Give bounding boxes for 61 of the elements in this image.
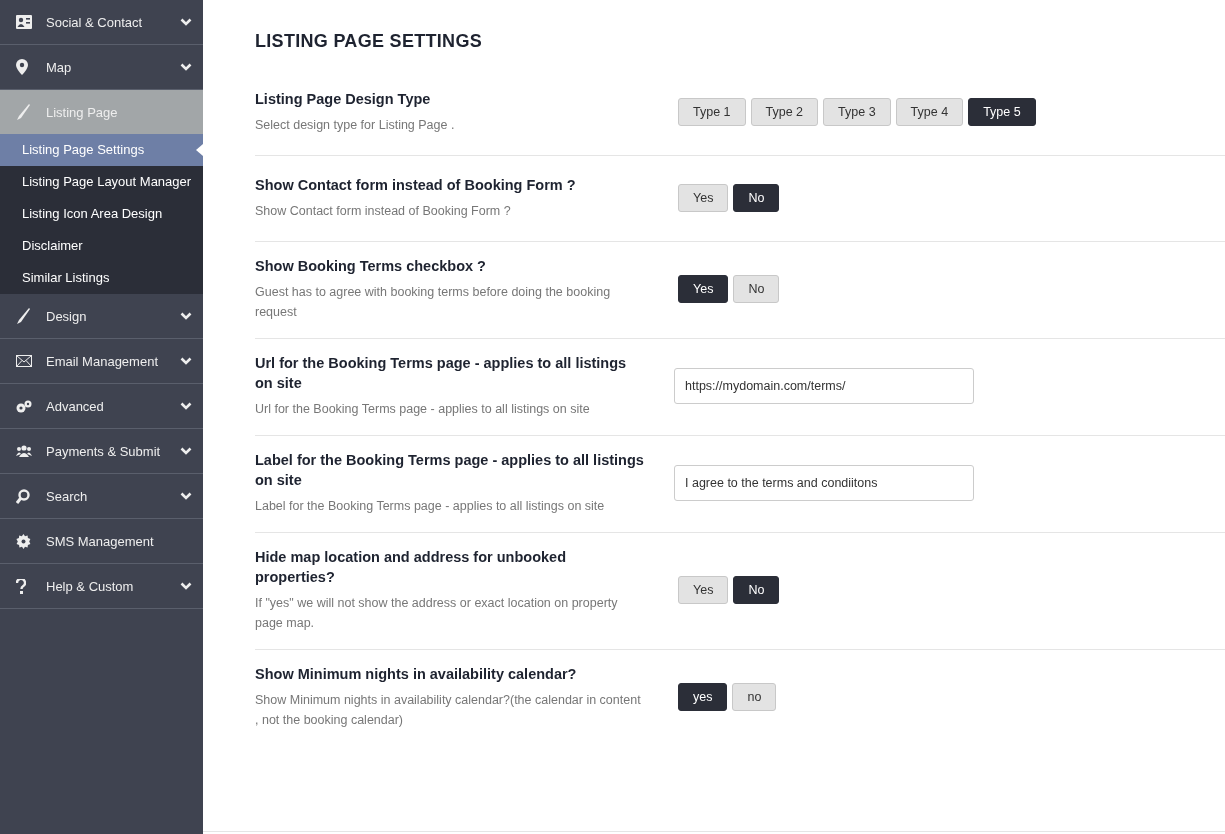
setting-label: Show Contact form instead of Booking Form ? <box>255 175 577 195</box>
question-icon <box>16 578 26 594</box>
menu-item[interactable]: Email Management <box>0 339 203 384</box>
contact-card-icon <box>16 15 32 29</box>
chevron-down-icon <box>180 447 192 455</box>
brush-icon <box>16 308 30 324</box>
brush-icon <box>16 104 30 120</box>
option-button[interactable]: Yes <box>678 576 729 604</box>
people-icon <box>16 445 32 457</box>
submenu-item[interactable]: Listing Page Layout Manager <box>0 166 203 198</box>
chevron-down-icon <box>180 492 192 500</box>
menu-item[interactable]: Design <box>0 294 203 339</box>
setting-label: Show Minimum nights in availability calendar? <box>255 665 578 684</box>
option-button[interactable]: no <box>732 683 777 711</box>
option-button[interactable]: Yes <box>678 183 729 212</box>
submenu-item[interactable]: Similar Listings <box>0 262 203 294</box>
option-button[interactable]: No <box>733 576 780 604</box>
input-field[interactable]: https://mydomain.com/terms/ <box>674 368 974 404</box>
envelope-icon <box>16 355 32 367</box>
page-title: LISTING PAGE SETTINGS <box>255 31 483 52</box>
submenu-item[interactable]: Listing Icon Area Design <box>0 198 203 230</box>
settings-icon <box>16 533 31 549</box>
option-button[interactable]: Type 5 <box>968 97 1036 126</box>
chevron-down-icon <box>180 357 192 365</box>
menu-item[interactable]: SMS Management <box>0 519 203 564</box>
submenu-item[interactable]: Listing Page Settings <box>0 134 203 166</box>
setting-label: Listing Page Design Type <box>255 89 432 109</box>
menu-item[interactable]: Help & Custom <box>0 564 203 609</box>
chevron-down-icon <box>180 312 192 320</box>
chevron-down-icon <box>180 18 192 26</box>
input-field[interactable]: I agree to the terms and condiitons <box>674 465 974 501</box>
setting-label: Label for the Booking Terms page - applies to all listings on site <box>255 451 645 490</box>
menu-item[interactable]: Payments & Submit <box>0 429 203 474</box>
map-pin-icon <box>16 59 28 75</box>
setting-label: Url for the Booking Terms page - applies to all listings on site <box>255 354 628 393</box>
chevron-down-icon <box>180 582 192 590</box>
menu-item[interactable]: Advanced <box>0 384 203 429</box>
option-button[interactable]: Yes <box>678 275 729 303</box>
setting-label: Hide map location and address for unbooked properties? <box>255 548 567 587</box>
option-button[interactable]: No <box>733 275 780 303</box>
menu-item[interactable]: Social & Contact <box>0 0 203 45</box>
setting-description: Url for the Booking Terms page - applies to all listings on site <box>255 401 591 418</box>
option-button[interactable]: Type 1 <box>678 97 746 126</box>
setting-description: Select design type for Listing Page . <box>255 116 456 134</box>
setting-description: Guest has to agree with booking terms before doing the booking request <box>255 284 612 321</box>
option-button[interactable]: No <box>733 183 780 212</box>
setting-label: Show Booking Terms checkbox ? <box>255 257 487 276</box>
setting-description: If "yes" we will not show the address or exact location on property page map. <box>255 595 619 632</box>
submenu-item[interactable]: Disclaimer <box>0 230 203 262</box>
setting-description: Show Minimum nights in availability calendar?(the calendar in content , not the booking calendar) <box>255 692 642 729</box>
chevron-down-icon <box>180 63 192 71</box>
option-button[interactable]: Type 3 <box>823 97 891 126</box>
search-icon <box>16 488 30 504</box>
option-button[interactable]: Type 2 <box>750 97 819 126</box>
option-button[interactable]: Type 4 <box>895 97 964 126</box>
chevron-down-icon <box>180 402 192 410</box>
setting-description: Label for the Booking Terms page - applies to all listings on site <box>255 498 606 515</box>
gears-icon <box>16 399 32 413</box>
menu-item[interactable]: Search <box>0 474 203 519</box>
setting-description: Show Contact form instead of Booking Form ? <box>255 202 512 220</box>
option-button[interactable]: yes <box>678 683 728 711</box>
